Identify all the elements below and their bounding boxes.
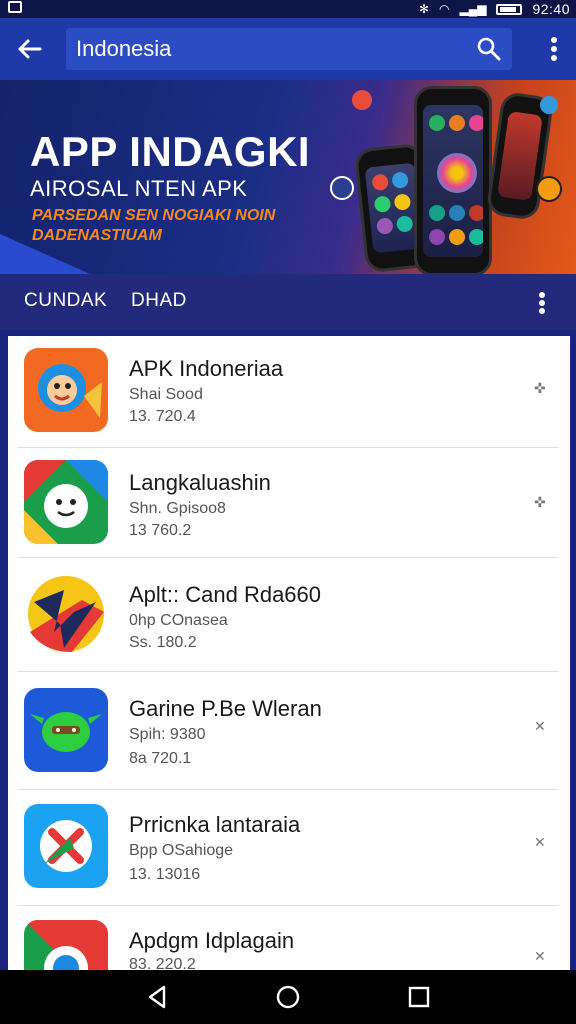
list-item[interactable]: Apdgm Idplagain 83. 220.2 ✕: [8, 906, 570, 970]
status-icons: ✻ ◠ ▂▄▆ 92:40: [419, 0, 570, 18]
app-size: 13. 13016: [129, 866, 201, 883]
search-query[interactable]: Indonesia: [76, 36, 171, 62]
app-size: 13. 720.4: [129, 408, 196, 425]
tab-cundak[interactable]: CUNDAK: [24, 290, 107, 311]
phone-illustration-center: [414, 86, 492, 274]
back-arrow-icon[interactable]: [14, 34, 44, 64]
app-name[interactable]: Langkaluashin: [129, 470, 271, 496]
status-bar: ✻ ◠ ▂▄▆ 92:40: [0, 0, 576, 18]
app-name[interactable]: Aplt:: Cand Rda660: [129, 582, 321, 608]
floating-app-icon: [352, 90, 372, 110]
app-toolbar: Indonesia: [0, 18, 576, 80]
app-list: APK Indoneriaa Shai Sood 13. 720.4 ✜ Lan…: [8, 336, 570, 970]
section-tabs: CUNDAK DHAD: [24, 290, 205, 312]
banner-title: APP INDAGKI: [30, 128, 311, 175]
close-icon[interactable]: ✕: [534, 948, 548, 964]
orange-face-icon: [24, 348, 108, 432]
bluetooth-icon: ✻: [418, 2, 429, 16]
close-icon[interactable]: ✕: [534, 834, 548, 850]
floating-app-icon: [540, 96, 558, 114]
more-action-icon[interactable]: ✜: [534, 380, 548, 396]
recents-icon[interactable]: [406, 984, 432, 1010]
app-size: Ss. 180.2: [129, 634, 197, 651]
status-time: 92:40: [532, 1, 570, 17]
overflow-menu-icon[interactable]: [550, 36, 558, 62]
signal-icon: ▂▄▆: [459, 2, 487, 16]
app-developer: Shai Sood: [129, 386, 203, 403]
tab-dhad[interactable]: DHAD: [131, 290, 187, 311]
blue-x-icon: [24, 804, 108, 888]
app-developer: Bpp OSahioge: [129, 842, 234, 859]
app-name[interactable]: APK Indoneriaa: [129, 356, 283, 382]
floating-app-icon: [330, 176, 354, 200]
banner-subtitle: AIROSAL NTEN APK: [30, 176, 248, 201]
floating-app-icon: [536, 176, 562, 202]
list-item[interactable]: Prricnka lantaraia Bpp OSahioge 13. 1301…: [8, 790, 570, 906]
system-nav-bar: [0, 970, 576, 1024]
promo-banner[interactable]: APP INDAGKI AIROSAL NTEN APK PARSEDAN SE…: [0, 80, 576, 274]
battery-icon: [496, 3, 523, 15]
banner-tagline: PARSEDAN SEN NOGIAKI NOIN DADENASTIUAM: [32, 207, 276, 244]
more-action-icon[interactable]: ✜: [534, 494, 548, 510]
search-icon[interactable]: [476, 36, 502, 62]
chrome-like-icon: [24, 920, 108, 970]
list-item[interactable]: APK Indoneriaa Shai Sood 13. 720.4 ✜: [8, 336, 570, 448]
red-arrow-icon: [24, 572, 108, 656]
goblin-icon: [24, 688, 108, 772]
list-item[interactable]: Garine P.Be Wleran Spih: 9380 8a 720.1 ✕: [8, 672, 570, 790]
list-item[interactable]: Langkaluashin Shn. Gpisoo8 13 760.2 ✜: [8, 448, 570, 558]
app-developer: 0hp COnasea: [129, 612, 228, 629]
close-icon[interactable]: ✕: [534, 718, 548, 734]
app-size: 83. 220.2: [129, 956, 196, 970]
green-face-icon: [24, 460, 108, 544]
app-name[interactable]: Garine P.Be Wleran: [129, 696, 322, 722]
app-name[interactable]: Prricnka lantaraia: [129, 812, 300, 838]
app-developer: Shn. Gpisoo8: [129, 500, 226, 517]
section-menu-icon[interactable]: [538, 291, 546, 315]
wifi-icon: ◠: [439, 2, 450, 16]
app-size: 8a 720.1: [129, 750, 192, 767]
list-item[interactable]: Aplt:: Cand Rda660 0hp COnasea Ss. 180.2: [8, 558, 570, 672]
app-name[interactable]: Apdgm Idplagain: [129, 928, 294, 954]
section-header: CUNDAK DHAD: [0, 274, 576, 330]
back-icon[interactable]: [144, 984, 170, 1010]
notification-image-icon: [8, 1, 22, 13]
app-developer: Spih: 9380: [129, 726, 206, 743]
search-field[interactable]: Indonesia: [66, 28, 512, 70]
home-icon[interactable]: [275, 984, 301, 1010]
app-size: 13 760.2: [129, 522, 192, 539]
